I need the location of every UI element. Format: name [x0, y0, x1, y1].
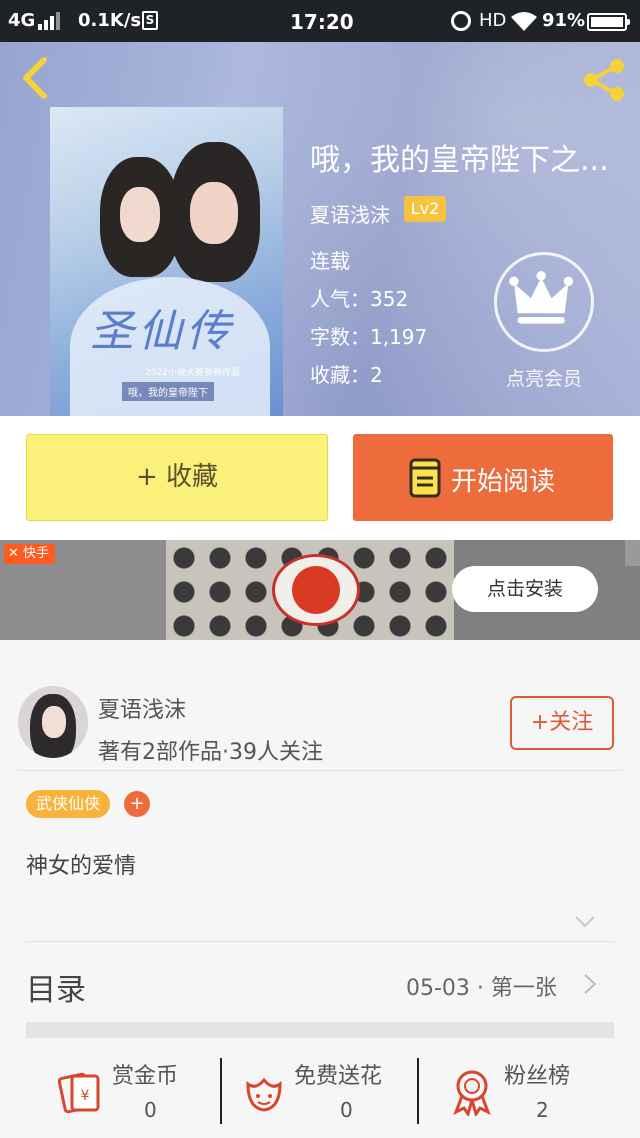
send-flowers[interactable]: 免费送花 0	[242, 1058, 412, 1128]
reward-coins-value: 0	[144, 1098, 157, 1122]
action-bar: + 收藏 开始阅读	[0, 416, 640, 540]
divider	[18, 770, 622, 771]
cover-figure-male	[170, 142, 260, 282]
serial-status: 连载	[310, 249, 350, 273]
alarm-icon	[451, 11, 471, 31]
status-bar: 4G 0.1K/s S 17:20 HD 91%	[0, 0, 640, 42]
chevron-down-icon[interactable]	[574, 915, 596, 929]
latest-chapter[interactable]: 05-03 · 第一张	[406, 970, 557, 1002]
book-cover[interactable]: 圣仙传 2022小说大赛参赛作品 哦，我的皇帝陛下	[50, 107, 283, 416]
stats-divider	[220, 1058, 222, 1124]
author-link[interactable]: 夏语浅沫	[310, 199, 390, 228]
word-count: 字数：1,197	[310, 325, 428, 349]
reward-coins-label: 赏金币	[112, 1064, 179, 1089]
cover-caption: 2022小说大赛参赛作品	[145, 368, 240, 378]
svg-text:¥: ¥	[81, 1088, 90, 1104]
hd-indicator: HD	[479, 10, 507, 31]
fans-ranking-value: 2	[536, 1098, 549, 1122]
stats-bar: ¥ 赏金币 0 免费送花 0 粉丝榜 2	[0, 1038, 640, 1138]
start-reading-button[interactable]: 开始阅读	[353, 434, 613, 521]
ad-image[interactable]	[166, 540, 454, 640]
s-app-icon: S	[142, 11, 158, 30]
book-header: 圣仙传 2022小说大赛参赛作品 哦，我的皇帝陛下 哦，我的皇帝陛下之... 夏…	[0, 42, 640, 416]
start-reading-label: 开始阅读	[451, 467, 556, 497]
author-works: 著有2部作品·39人关注	[98, 740, 323, 765]
follow-button[interactable]: +关注	[510, 696, 614, 750]
send-flowers-value: 0	[340, 1098, 353, 1122]
ad-brand-name: 快手	[23, 546, 50, 561]
add-tag-button[interactable]: +	[124, 791, 150, 817]
author-name[interactable]: 夏语浅沫	[98, 692, 186, 724]
fans-ranking-label: 粉丝榜	[504, 1064, 571, 1089]
ad-install-button[interactable]: 点击安装	[452, 566, 598, 612]
reward-coins[interactable]: ¥ 赏金币 0	[58, 1058, 208, 1128]
author-card[interactable]: 夏语浅沫 著有2部作品·39人关注 +关注	[0, 676, 640, 772]
divider	[26, 941, 614, 942]
ad-dish	[272, 554, 360, 626]
ad-brand-badge: ✕ 快手	[4, 544, 56, 564]
popularity: 人气：352	[310, 287, 409, 311]
battery-percent: 91%	[542, 10, 586, 31]
ad-banner[interactable]: ✕ 快手 点击安装	[0, 540, 640, 640]
section-spacer	[26, 1022, 614, 1038]
book-title: 哦，我的皇帝陛下之...	[310, 143, 609, 178]
level-badge: Lv2	[404, 196, 446, 222]
genre-tag[interactable]: 武侠仙侠	[26, 790, 111, 818]
chevron-right-icon[interactable]	[583, 973, 597, 995]
cover-figure-female	[100, 157, 180, 277]
collect-button[interactable]: + 收藏	[26, 434, 328, 521]
medal-icon	[453, 1070, 491, 1116]
network-speed: 0.1K/s	[78, 10, 142, 31]
signal-icon	[38, 12, 60, 30]
red-envelope-icon: ¥	[58, 1072, 100, 1114]
chevron-left-icon[interactable]	[16, 56, 56, 100]
book-icon	[409, 458, 441, 498]
stats-divider	[417, 1058, 419, 1124]
ad-close-tab[interactable]	[625, 540, 640, 566]
cover-subtitle: 哦，我的皇帝陛下	[122, 382, 214, 401]
crown-icon	[509, 270, 574, 324]
battery-icon	[587, 13, 630, 31]
avatar[interactable]	[18, 686, 88, 758]
clock: 17:20	[290, 10, 354, 34]
synopsis: 神女的爱情	[26, 854, 137, 879]
fans-ranking[interactable]: 粉丝榜 2	[450, 1058, 600, 1128]
catalog-title[interactable]: 目录	[26, 965, 86, 1009]
vip-crown-button[interactable]	[494, 252, 594, 352]
share-icon[interactable]	[580, 56, 628, 104]
wifi-icon	[511, 12, 537, 31]
vip-label[interactable]: 点亮会员	[486, 364, 602, 391]
favorites-count: 收藏：2	[310, 363, 383, 387]
send-flowers-label: 免费送花	[294, 1064, 383, 1089]
flower-icon	[246, 1077, 282, 1112]
cover-title-art: 圣仙传	[90, 306, 234, 357]
network-type: 4G	[8, 10, 36, 31]
